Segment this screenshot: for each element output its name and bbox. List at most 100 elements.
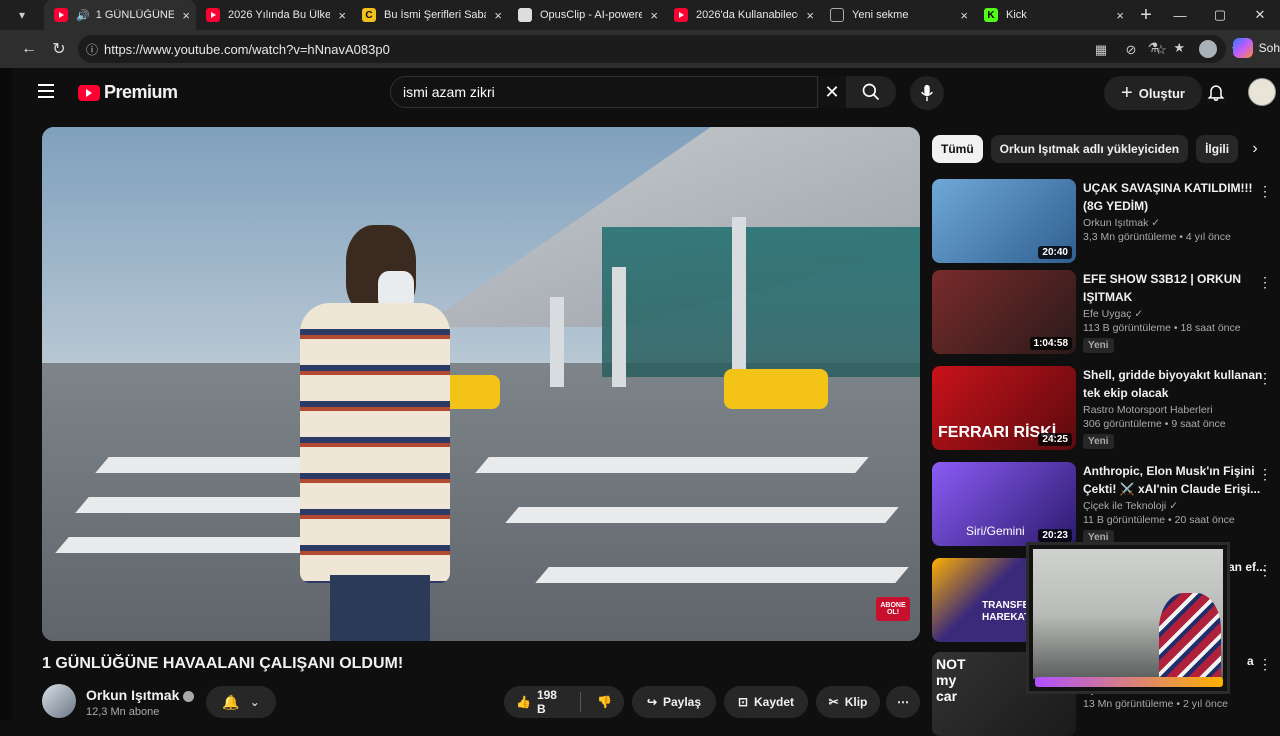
webcam-overlay [1026, 542, 1230, 694]
video-thumbnail[interactable]: Siri/Gemini 20:23 [932, 462, 1076, 546]
scissors-icon: ✂ [828, 695, 839, 709]
tab-close-icon[interactable]: × [182, 8, 190, 23]
logo-text: Premium [104, 82, 178, 102]
video-thumbnail[interactable]: 1:04:58 [932, 270, 1076, 354]
channel-name: Orkun Işıtmak [1083, 217, 1149, 229]
clip-button[interactable]: ✂ Klip [816, 686, 880, 718]
channel-name-wrap[interactable]: Orkun Işıtmak [86, 687, 195, 703]
video-frame-person [300, 225, 460, 641]
extensions-icon[interactable]: ⚗ [1148, 40, 1160, 58]
recommendation-item[interactable]: FERRARI RİSKİ 24:25 Shell, gridde biyoya… [932, 366, 1276, 454]
video-thumbnail[interactable]: 20:40 [932, 179, 1076, 263]
verified-check-icon: ✓ [1134, 308, 1144, 320]
more-options-icon[interactable]: ⋮ [1258, 274, 1272, 291]
minimize-icon[interactable]: — [1160, 0, 1200, 30]
more-options-icon[interactable]: ⋮ [1258, 656, 1272, 673]
tab-close-icon[interactable]: × [960, 8, 968, 23]
c-logo-favicon-icon: C [362, 8, 376, 22]
video-duration: 24:25 [1038, 433, 1072, 446]
divider [580, 692, 582, 712]
apps-grid-icon[interactable]: ▦ [1092, 41, 1110, 59]
url-field[interactable]: ⓘ https://www.youtube.com/watch?v=hNnavA… [78, 35, 1226, 63]
video-title: Anthropic, Elon Musk'ın Fişini Çekti! ⚔️… [1083, 464, 1261, 496]
browser-tab-6[interactable]: Yeni sekme × [820, 0, 974, 30]
browser-tab-7[interactable]: K Kick × [974, 0, 1130, 30]
new-tab-plus-icon[interactable]: + [1130, 0, 1162, 30]
new-badge: Yeni [1083, 338, 1114, 353]
share-button[interactable]: ↪ Paylaş [632, 686, 716, 718]
video-frame-pillar [732, 217, 746, 387]
maximize-icon[interactable]: ▢ [1200, 0, 1240, 30]
more-options-icon[interactable]: ⋮ [1258, 370, 1272, 387]
video-player[interactable]: ABONE OL! [42, 127, 920, 641]
tab-title: Bu İsmi Şerifleri Sabah [384, 9, 486, 21]
copilot-button[interactable]: Soh [1232, 38, 1280, 58]
address-bar-row: ← ↻ ⓘ https://www.youtube.com/watch?v=hN… [0, 30, 1280, 68]
chip-related[interactable]: İlgili [1196, 135, 1239, 163]
like-button[interactable]: 👍 198 B [516, 688, 564, 716]
browser-tab-3[interactable]: C Bu İsmi Şerifleri Sabah × [352, 0, 508, 30]
clear-search-icon[interactable]: ✕ [818, 76, 846, 108]
bell-icon [1207, 85, 1225, 102]
site-info-icon[interactable]: ⓘ [86, 41, 98, 58]
dislike-button[interactable]: 👎 [597, 695, 612, 709]
tab-close-icon[interactable]: × [494, 8, 502, 23]
recommendation-item[interactable]: Siri/Gemini 20:23 Anthropic, Elon Musk'ı… [932, 462, 1276, 550]
more-options-icon[interactable]: ⋮ [1258, 183, 1272, 200]
chip-all[interactable]: Tümü [932, 135, 983, 163]
more-options-icon[interactable]: ⋮ [1258, 466, 1272, 483]
more-actions-button[interactable]: ⋯ [886, 686, 920, 718]
video-duration: 1:04:58 [1029, 337, 1072, 350]
youtube-favicon-icon [206, 8, 220, 22]
subscribe-watermark[interactable]: ABONE OL! [876, 597, 910, 621]
profile-avatar-icon[interactable] [1199, 40, 1217, 58]
browser-tab-2[interactable]: 2026 Yılında Bu Ülkeler × [196, 0, 352, 30]
tab-close-icon[interactable]: × [338, 8, 346, 23]
tab-close-icon[interactable]: × [1116, 8, 1124, 23]
browser-tab-1[interactable]: 🔊 1 GÜNLÜĞÜNE HA × [44, 0, 196, 30]
close-window-icon[interactable]: ✕ [1240, 0, 1280, 30]
channel-avatar[interactable] [42, 684, 76, 718]
recommendation-item[interactable]: 20:40 UÇAK SAVAŞINA KATILDIM!!! (8G YEDİ… [932, 179, 1276, 267]
new-badge: Yeni [1083, 434, 1114, 449]
tracking-prevention-icon[interactable]: ⊘ [1122, 41, 1140, 59]
create-button[interactable]: + Oluştur [1104, 76, 1202, 110]
new-tab-favicon-icon [830, 8, 844, 22]
search-query: ismi azam zikri [403, 84, 495, 100]
back-arrow-icon[interactable]: ← [14, 34, 44, 64]
video-frame-terminal [602, 227, 920, 377]
tab-title: 1 GÜNLÜĞÜNE HA [95, 9, 174, 21]
hamburger-menu-icon[interactable] [38, 84, 54, 98]
youtube-premium-logo[interactable]: Premium [78, 82, 178, 103]
save-label: Kaydet [754, 695, 795, 709]
audio-playing-icon[interactable]: 🔊 [76, 9, 90, 22]
video-thumbnail[interactable]: FERRARI RİSKİ 24:25 [932, 366, 1076, 450]
share-label: Paylaş [663, 695, 702, 709]
video-frame-jacket [300, 303, 450, 583]
subscription-bell-button[interactable]: 🔔 ⌄ [206, 686, 276, 718]
tab-close-icon[interactable]: × [806, 8, 814, 23]
reload-icon[interactable]: ↻ [44, 34, 74, 64]
tab-actions-menu-icon[interactable]: ▾ [0, 0, 44, 30]
video-frame-crosswalk [475, 457, 869, 473]
recommendation-item[interactable]: 1:04:58 EFE SHOW S3B12 | ORKUN IŞITMAK E… [932, 270, 1276, 358]
chevron-right-icon[interactable]: › [1244, 138, 1266, 160]
recommendation-filter-chips: Tümü Orkun Işıtmak adlı yükleyiciden İlg… [932, 135, 1239, 165]
chip-from-uploader[interactable]: Orkun Işıtmak adlı yükleyiciden [990, 135, 1189, 163]
more-options-icon[interactable]: ⋮ [1258, 562, 1272, 579]
tab-close-icon[interactable]: × [650, 8, 658, 23]
search-button[interactable] [846, 76, 896, 108]
favorites-icon[interactable]: ★ [1173, 40, 1185, 58]
thumbnail-text: Siri/Gemini [966, 524, 1025, 538]
user-avatar[interactable] [1248, 78, 1276, 106]
browser-tab-5[interactable]: 2026'da Kullanabileceğ × [664, 0, 820, 30]
notifications-bell-icon[interactable] [1204, 80, 1228, 104]
voice-search-button[interactable] [910, 76, 944, 110]
search-input[interactable]: ismi azam zikri [390, 76, 818, 108]
save-button[interactable]: ⊡ Kaydet [724, 686, 808, 718]
video-frame-crosswalk [505, 507, 899, 523]
copilot-label: Soh [1258, 41, 1280, 55]
thumbs-down-icon: 👎 [597, 695, 612, 709]
youtube-play-logo-icon [78, 84, 100, 101]
browser-tab-4[interactable]: OpusClip - AI-powered × [508, 0, 664, 30]
